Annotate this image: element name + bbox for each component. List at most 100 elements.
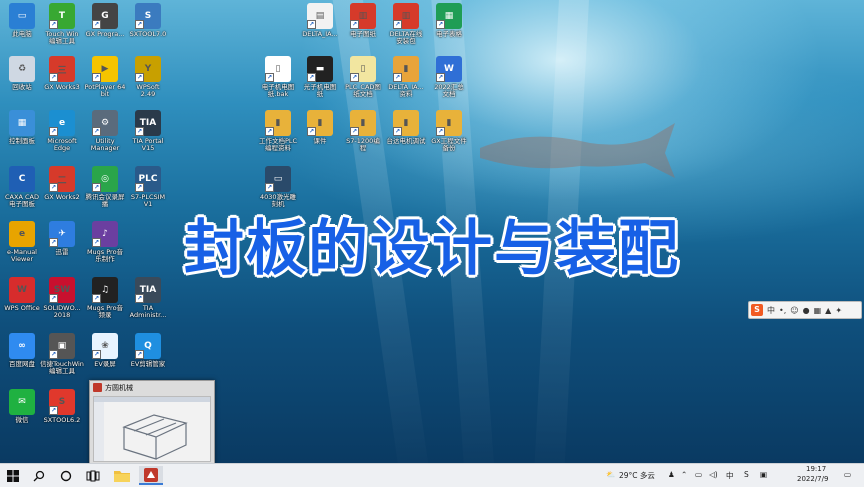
desktop-icon[interactable]: 三 ↗ GX Works3 — [40, 56, 84, 112]
search-button[interactable] — [30, 466, 48, 485]
punctuation-icon[interactable]: •, — [779, 306, 786, 315]
desktop-icon-label: SXTOOL6.2 — [43, 416, 81, 424]
taskbar-app-cad-active[interactable] — [139, 466, 163, 485]
microphone-icon[interactable]: ● — [803, 306, 810, 315]
desktop-icon-label: 工作文档PLC 编程资料 — [258, 137, 298, 152]
desktop-icon[interactable]: TIA ↗ TIA Portal V15 — [126, 110, 170, 166]
desktop-icon[interactable]: ▯ ↗ 电子机电图 纸.bak — [256, 56, 300, 112]
clock-time[interactable]: 19:17 — [806, 465, 826, 473]
desktop-icon[interactable]: ∞ 百度网盘 — [0, 333, 44, 389]
app-icon: ▦ ↗ — [436, 3, 462, 29]
people-icon[interactable]: ♟ — [668, 470, 675, 479]
desktop-icon[interactable]: S ↗ SXTOOL7.0 — [126, 3, 170, 59]
desktop-icon[interactable]: ▦ 控制面板 — [0, 110, 44, 166]
skin-icon[interactable]: ▲ — [825, 306, 831, 315]
shortcut-arrow-icon: ↗ — [49, 406, 58, 415]
shortcut-arrow-icon: ↗ — [135, 73, 144, 82]
desktop-icon-label: DELTA在线 安装包 — [389, 30, 423, 45]
app-icon: ▮ ↗ — [307, 110, 333, 136]
desktop-icon[interactable]: ▮ ↗ GX工程文件 备份 — [427, 110, 471, 166]
cad-model-wireframe — [94, 397, 210, 461]
start-button[interactable] — [4, 466, 22, 485]
desktop-icon[interactable]: ▥ ↗ 电子图纸 — [341, 3, 385, 59]
desktop-icon[interactable]: ✉ 微信 — [0, 389, 44, 445]
desktop-icon[interactable]: ⚙ ↗ Utility Manager — [83, 110, 127, 166]
shortcut-arrow-icon: ↗ — [436, 127, 445, 136]
desktop-icon[interactable]: ▮ ↗ S7-1200编 程 — [341, 110, 385, 166]
sogou-ime-icon[interactable]: S — [751, 304, 763, 316]
app-icon: ▯ ↗ — [350, 56, 376, 82]
desktop-icon[interactable]: ▭ 此电脑 — [0, 3, 44, 59]
app-icon: ▭ ↗ — [265, 166, 291, 192]
app-icon: ▮ ↗ — [265, 110, 291, 136]
desktop-icon[interactable]: ▬ ↗ 光子机电图 纸 — [298, 56, 342, 112]
desktop-icon[interactable]: ♻ 回收站 — [0, 56, 44, 112]
desktop-icon[interactable]: ▮ ↗ 课件 — [298, 110, 342, 166]
app-icon: ▯ ↗ — [265, 56, 291, 82]
taskbar-app-file-explorer[interactable] — [111, 466, 133, 485]
toolbox-icon[interactable]: ✦ — [835, 306, 842, 315]
app-icon: ▮ ↗ — [436, 110, 462, 136]
app-icon: W ↗ — [436, 56, 462, 82]
desktop-icon[interactable]: ▦ ↗ 电子表格 — [427, 3, 471, 59]
display-icon[interactable]: ▣ — [760, 470, 767, 479]
app-icon: ∞ — [9, 333, 35, 359]
desktop-icon[interactable]: S ↗ SXTOOL6.2 — [40, 389, 84, 445]
volume-icon[interactable]: ◁) — [709, 470, 718, 479]
desktop-icon-label: S7-1200编 程 — [346, 137, 380, 152]
desktop-icon[interactable]: ▣ ↗ 信捷TouchWin 编辑工具 — [40, 333, 84, 389]
desktop-icon[interactable]: T ↗ Touch Win 编辑工具 — [40, 3, 84, 59]
desktop-icon-label: EV剪辑管家 — [130, 360, 166, 368]
weather-text[interactable]: 29°C 多云 — [619, 470, 655, 481]
desktop-icon[interactable]: ▥ ↗ DELTA在线 安装包 — [384, 3, 428, 59]
ime-toolbar[interactable]: S 中 •, ☺ ● ▦ ▲ ✦ — [748, 301, 862, 319]
shortcut-arrow-icon: ↗ — [49, 183, 58, 192]
clock-date[interactable]: 2022/7/9 — [797, 475, 828, 483]
shortcut-arrow-icon: ↗ — [436, 20, 445, 29]
desktop-icon[interactable]: ▶ ↗ PotPlayer 64 bit — [83, 56, 127, 112]
keyboard-icon[interactable]: ▦ — [814, 306, 822, 315]
desktop-icon-label: GX Works3 — [44, 83, 80, 91]
desktop-icon[interactable]: Y ↗ WPSoft 2.49 — [126, 56, 170, 112]
weather-icon[interactable]: ⛅ — [606, 470, 615, 479]
preview-content — [93, 396, 211, 462]
desktop-icon[interactable]: ▤ ↗ DELTA_IA... — [298, 3, 342, 59]
desktop-icon-label: 回收站 — [12, 83, 32, 91]
desktop-icon[interactable]: ▯ ↗ PLC_CAD图 纸文档 — [341, 56, 385, 112]
desktop-icon[interactable]: e ↗ Microsoft Edge — [40, 110, 84, 166]
task-view-button[interactable] — [84, 466, 102, 485]
desktop-icon-label: 微信 — [15, 416, 29, 424]
folder-icon — [114, 471, 130, 482]
ime-lang-toggle[interactable]: 中 — [767, 305, 775, 316]
app-icon: S ↗ — [135, 3, 161, 29]
shortcut-arrow-icon: ↗ — [307, 127, 316, 136]
sogou-tray-icon[interactable]: S — [744, 470, 749, 479]
emoji-icon[interactable]: ☺ — [790, 306, 798, 315]
app-icon: C — [9, 166, 35, 192]
desktop-icon[interactable]: G ↗ GX Progra... — [83, 3, 127, 59]
desktop-icon-label: SOLIDWO... 2018 — [43, 304, 81, 319]
app-icon: Y ↗ — [135, 56, 161, 82]
app-icon: e ↗ — [49, 110, 75, 136]
desktop-icon-label: 光子机电图 纸 — [303, 83, 337, 98]
cortana-circle-icon — [60, 470, 72, 481]
shortcut-arrow-icon: ↗ — [92, 350, 101, 359]
network-icon[interactable]: ▭ — [695, 470, 702, 479]
desktop-icon[interactable]: ▮ ↗ DELTA_IA... 资料 — [384, 56, 428, 112]
cad-app-icon — [144, 467, 158, 482]
shortcut-arrow-icon: ↗ — [393, 20, 402, 29]
desktop-icon-label: 此电脑 — [12, 30, 32, 38]
desktop-icon[interactable]: W ↗ 2022汇总 文档 — [427, 56, 471, 112]
app-icon: TIA ↗ — [135, 110, 161, 136]
desktop-icon[interactable]: ▮ ↗ 工作文档PLC 编程资料 — [256, 110, 300, 166]
desktop-icon-label: TIA Administr... — [129, 304, 167, 319]
notification-center-icon[interactable]: ▭ — [844, 470, 851, 479]
overlay-title: 封板的设计与装配 — [184, 214, 680, 284]
show-hidden-icons-chevron-icon[interactable]: ⌃ — [681, 470, 687, 479]
cortana-button[interactable] — [57, 466, 75, 485]
taskbar-thumbnail-preview[interactable]: 方圆机械 — [89, 380, 215, 463]
app-icon: ▮ ↗ — [393, 110, 419, 136]
desktop-icon[interactable]: ▮ ↗ 台达电机调试 — [384, 110, 428, 166]
desktop-icon-label: TIA Portal V15 — [132, 137, 164, 152]
ime-indicator[interactable]: 中 — [726, 470, 734, 481]
